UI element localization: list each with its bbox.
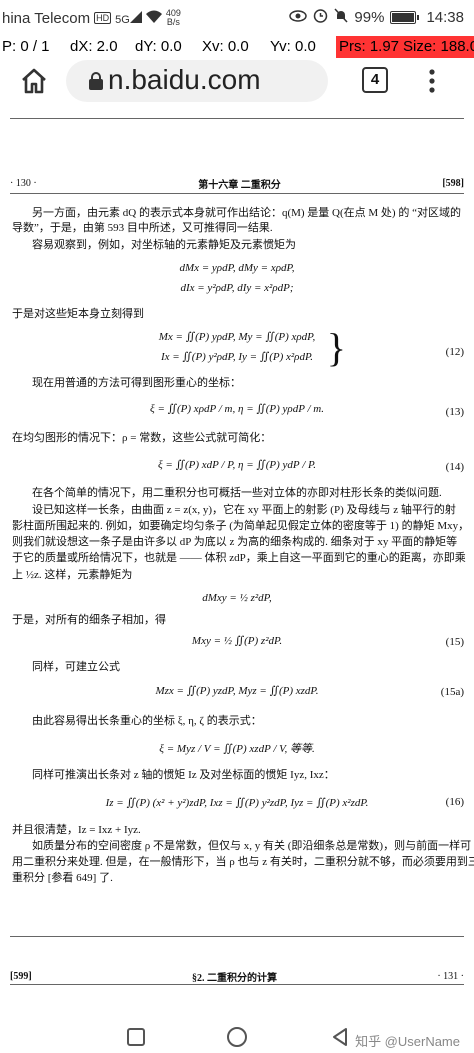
menu-button[interactable] xyxy=(412,62,452,100)
carrier-name: hina Telecom xyxy=(2,9,91,27)
text-line: 在均匀图形的情况下：ρ = 常数，这些公式就可简化： xyxy=(12,432,272,444)
text-line: 容易观察到，例如，对坐标轴的元素静矩及元素惯矩为 xyxy=(32,239,296,251)
equation-number: (15) xyxy=(445,636,464,648)
document-view[interactable]: · 130 · 第十六章 二重积分 [598] 另一方面，由元素 dQ 的表示式… xyxy=(0,104,474,1023)
home-button[interactable] xyxy=(14,62,54,100)
header-rule xyxy=(10,984,464,985)
text-line: 于是对这些矩本身立刻得到 xyxy=(12,308,144,320)
text-line: 上 ½z. 这样，元素静矩为 xyxy=(12,569,133,581)
net-speed-unit: B/s xyxy=(166,17,180,27)
url-text: n.baidu.com xyxy=(108,64,261,95)
wifi-icon xyxy=(145,10,162,27)
equation: Mzx = ∬(P) yzdP, Myz = ∬(P) xzdP. xyxy=(155,685,319,697)
text-line: 导数”，于是，由第 593 目中所述，又可推得同一结果. xyxy=(12,222,273,234)
text-line: 于是，对所有的细条子相加，得 xyxy=(12,614,166,626)
text-line: 并且很清楚，Iz = Ixz + Iyz. xyxy=(12,824,141,836)
status-bar: hina Telecom HD 5G 409 B/s 99% 14:38 xyxy=(0,0,474,36)
text-line: 则我们就设想这一条子是由许多以 dP 为底以 z 为高的细条构成的. 细条对于 … xyxy=(12,536,458,548)
chapter-title: 第十六章 二重积分 xyxy=(198,180,281,191)
signal-label: 5G xyxy=(115,13,130,26)
home-nav-button[interactable] xyxy=(226,1026,248,1053)
page-number: · 130 · xyxy=(10,178,37,189)
page-divider xyxy=(10,936,464,937)
more-vert-icon xyxy=(429,69,435,93)
equation-number: (15a) xyxy=(440,686,464,698)
browser-toolbar: n.baidu.com 4 xyxy=(0,58,474,104)
section-number: [598] xyxy=(442,178,464,189)
recents-button[interactable] xyxy=(126,1027,146,1052)
text-line: 于它的质量或所给情况下，也就是 —— 体积 zdP，乘上自这一平面到它的重心的距… xyxy=(12,552,466,564)
equation: Iz = ∬(P) (x² + y²)zdP, Ixz = ∬(P) y²zdP… xyxy=(105,797,369,809)
text-line: 设已知这样一长条，由曲面 z = z(x, y)，它在 xy 平面上的射影 (P… xyxy=(32,504,456,516)
circle-icon xyxy=(227,1027,247,1047)
page-number: · 131 · xyxy=(437,971,464,982)
equation-number: (13) xyxy=(445,406,464,418)
text-line: 影柱面所围起来的. 例如，如要确定均匀条子 (为简单起见假定立体的密度等于 1)… xyxy=(12,520,470,532)
equation: ξ = ∬(P) xdP / P, η = ∬(P) ydP / P. xyxy=(157,459,317,471)
equation: Mxy = ½ ∬(P) z²dP. xyxy=(191,635,283,647)
clock: 14:38 xyxy=(426,9,464,26)
page-divider xyxy=(10,118,464,119)
equation-number: (16) xyxy=(445,796,464,808)
text-line: 在各个简单的情况下，用二重积分也可概括一些对立体的亦即对柱形长条的类似问题. xyxy=(32,487,442,499)
back-nav-button[interactable] xyxy=(330,1027,350,1052)
eye-icon xyxy=(289,9,308,26)
right-brace: } xyxy=(326,325,346,370)
square-icon xyxy=(127,1028,145,1046)
home-icon xyxy=(22,68,46,94)
pointer-count: P: 0 / 1 xyxy=(2,38,50,55)
text-line: 同样可推演出长条对 z 轴的惯矩 Iz 及对坐标面的惯矩 Iyz, Ixz： xyxy=(32,769,335,781)
equation: dMxy = ½ z²dP, xyxy=(202,592,272,604)
equation-number: (12) xyxy=(445,346,464,358)
equation: Mx = ∬(P) yρdP, My = ∬(P) xρdP, xyxy=(158,331,316,343)
triangle-back-icon xyxy=(333,1028,347,1046)
address-bar[interactable]: n.baidu.com xyxy=(66,60,328,102)
lock-icon xyxy=(88,72,104,95)
equation: Ix = ∬(P) y²ρdP, Iy = ∬(P) x²ρdP. xyxy=(160,351,314,363)
equation-number: (14) xyxy=(445,461,464,473)
pointer-xv: Xv: 0.0 xyxy=(202,38,249,55)
equation: ξ = Myz / V = ∬(P) xzdP / V, 等等. xyxy=(159,743,315,755)
pointer-location-overlay: P: 0 / 1 dX: 2.0 dY: 0.0 Xv: 0.0 Yv: 0.0… xyxy=(0,36,474,58)
battery-icon xyxy=(390,11,420,24)
pointer-pressure: Prs: 1.97 xyxy=(336,36,403,58)
hd-badge: HD xyxy=(94,12,112,24)
text-line: 重积分 [参看 649] 了. xyxy=(12,872,113,884)
pointer-dx: dX: 2.0 xyxy=(70,38,118,55)
battery-percent: 99% xyxy=(354,9,385,26)
text-line: 由此容易得出长条重心的坐标 ξ, η, ζ 的表示式： xyxy=(32,715,262,727)
network-speed: 409 B/s xyxy=(166,9,181,27)
text-line: 用二重积分来处理. 但是，在一般情形下，当 ρ 也与 z 有关时，二重积分就不够… xyxy=(12,856,474,868)
text-line: 现在用普通的方法可得到图形重心的坐标： xyxy=(32,377,241,389)
page-header: [599] §2. 二重积分的计算 · 131 · xyxy=(10,969,464,984)
equation: dIx = y²ρdP, dIy = x²ρdP; xyxy=(180,282,294,294)
pointer-dy: dY: 0.0 xyxy=(135,38,182,55)
section-number: [599] xyxy=(10,971,32,982)
section-title: §2. 二重积分的计算 xyxy=(192,973,277,984)
equation: dMx = yρdP, dMy = xρdP, xyxy=(179,262,295,274)
header-rule xyxy=(10,193,464,194)
tab-switcher-button[interactable]: 4 xyxy=(362,67,388,93)
page-header: · 130 · 第十六章 二重积分 [598] xyxy=(10,176,464,191)
pointer-yv: Yv: 0.0 xyxy=(270,38,316,55)
pointer-size: Size: 188.0 xyxy=(400,36,474,58)
silent-icon xyxy=(334,8,348,27)
watermark: 知乎 @UserName xyxy=(355,1034,460,1049)
text-line: 如质量分布的空间密度 ρ 不是常数，但仅与 x, y 有关 (即沿细条总是常数)… xyxy=(32,840,472,852)
navigation-bar: 知乎 @UserName xyxy=(0,1023,474,1053)
text-line: 另一方面，由元素 dQ 的表示式本身就可作出结论：q(M) 是量 Q(在点 M … xyxy=(32,207,461,219)
text-line: 同样，可建立公式 xyxy=(32,661,120,673)
equation: ξ = ∬(P) xρdP / m, η = ∬(P) yρdP / m. xyxy=(150,403,324,415)
alarm-icon xyxy=(313,8,328,27)
signal-icon: 5G xyxy=(115,10,142,26)
